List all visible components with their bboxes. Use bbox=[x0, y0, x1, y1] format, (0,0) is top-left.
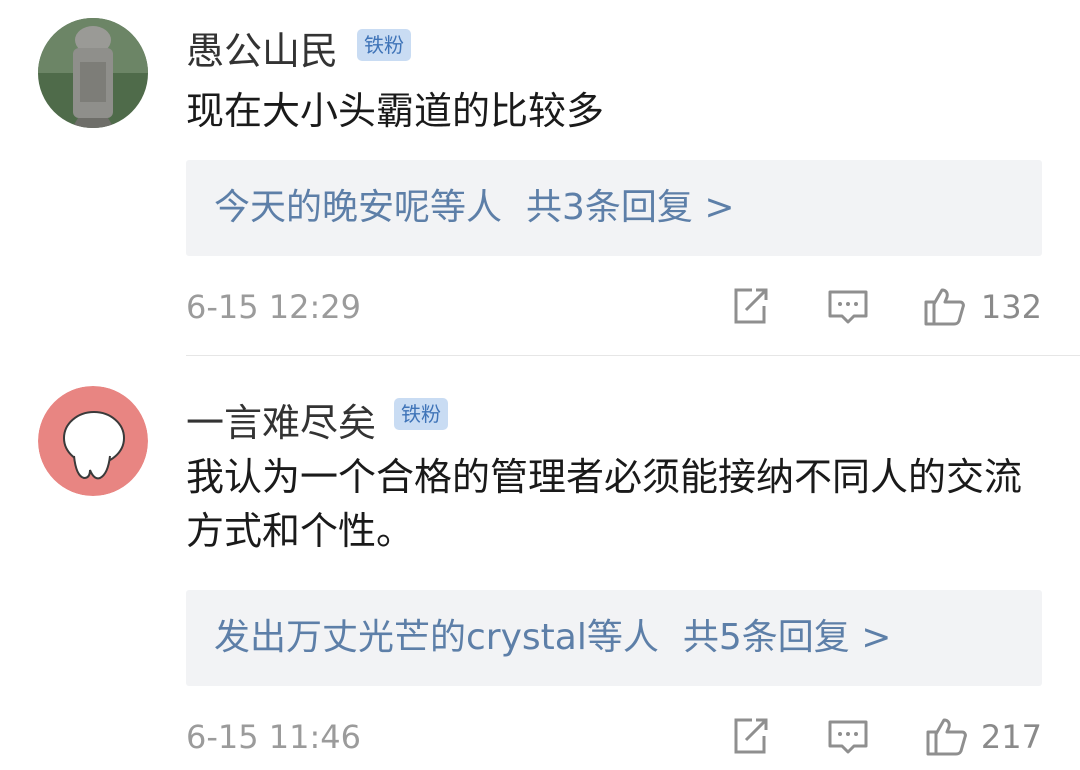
reply-count: 共5条回复 > bbox=[682, 617, 892, 658]
share-icon[interactable] bbox=[728, 284, 772, 328]
thumbs-up-icon[interactable] bbox=[924, 714, 968, 758]
reply-count: 共3条回复 > bbox=[526, 187, 735, 228]
fan-badge: 铁粉 bbox=[357, 29, 411, 61]
cartoon-face-avatar-icon bbox=[38, 386, 148, 496]
comment-footer: 6-15 11:46 217 bbox=[186, 714, 1042, 762]
avatar[interactable] bbox=[38, 386, 148, 496]
comment-text: 我认为一个合格的管理者必须能接纳不同人的交流方式和个性。 bbox=[186, 455, 1023, 553]
share-icon[interactable] bbox=[728, 714, 772, 758]
timestamp: 6-15 11:46 bbox=[186, 718, 362, 756]
reply-authors: 今天的晚安呢等人 bbox=[214, 187, 503, 228]
fan-badge: 铁粉 bbox=[394, 398, 448, 430]
username[interactable]: 一言难尽矣 bbox=[186, 392, 376, 447]
like-count: 132 bbox=[980, 288, 1042, 326]
timestamp: 6-15 12:29 bbox=[186, 288, 362, 326]
thumbs-up-icon[interactable] bbox=[922, 284, 966, 328]
comment-item: 愚公山民 铁粉 现在大小头霸道的比较多 今天的晚安呢等人 共3条回复 > 6-15… bbox=[0, 0, 1080, 355]
avatar[interactable] bbox=[38, 18, 148, 128]
replies-link[interactable]: 发出万丈光芒的crystal等人 共5条回复 > bbox=[186, 590, 1042, 686]
comment-item: 一言难尽矣 铁粉 我认为一个合格的管理者必须能接纳不同人的交流方式和个性。 发出… bbox=[0, 356, 1080, 770]
reply-authors: 发出万丈光芒的crystal等人 bbox=[214, 617, 659, 658]
username[interactable]: 愚公山民 bbox=[186, 20, 338, 75]
comment-footer: 6-15 12:29 132 bbox=[186, 284, 1042, 332]
comment-icon[interactable] bbox=[826, 714, 870, 758]
stone-statue-avatar-icon bbox=[38, 18, 148, 128]
comment-icon[interactable] bbox=[826, 284, 870, 328]
like-count: 217 bbox=[980, 718, 1042, 756]
comment-text: 现在大小头霸道的比较多 bbox=[186, 89, 605, 133]
replies-link[interactable]: 今天的晚安呢等人 共3条回复 > bbox=[186, 160, 1042, 256]
